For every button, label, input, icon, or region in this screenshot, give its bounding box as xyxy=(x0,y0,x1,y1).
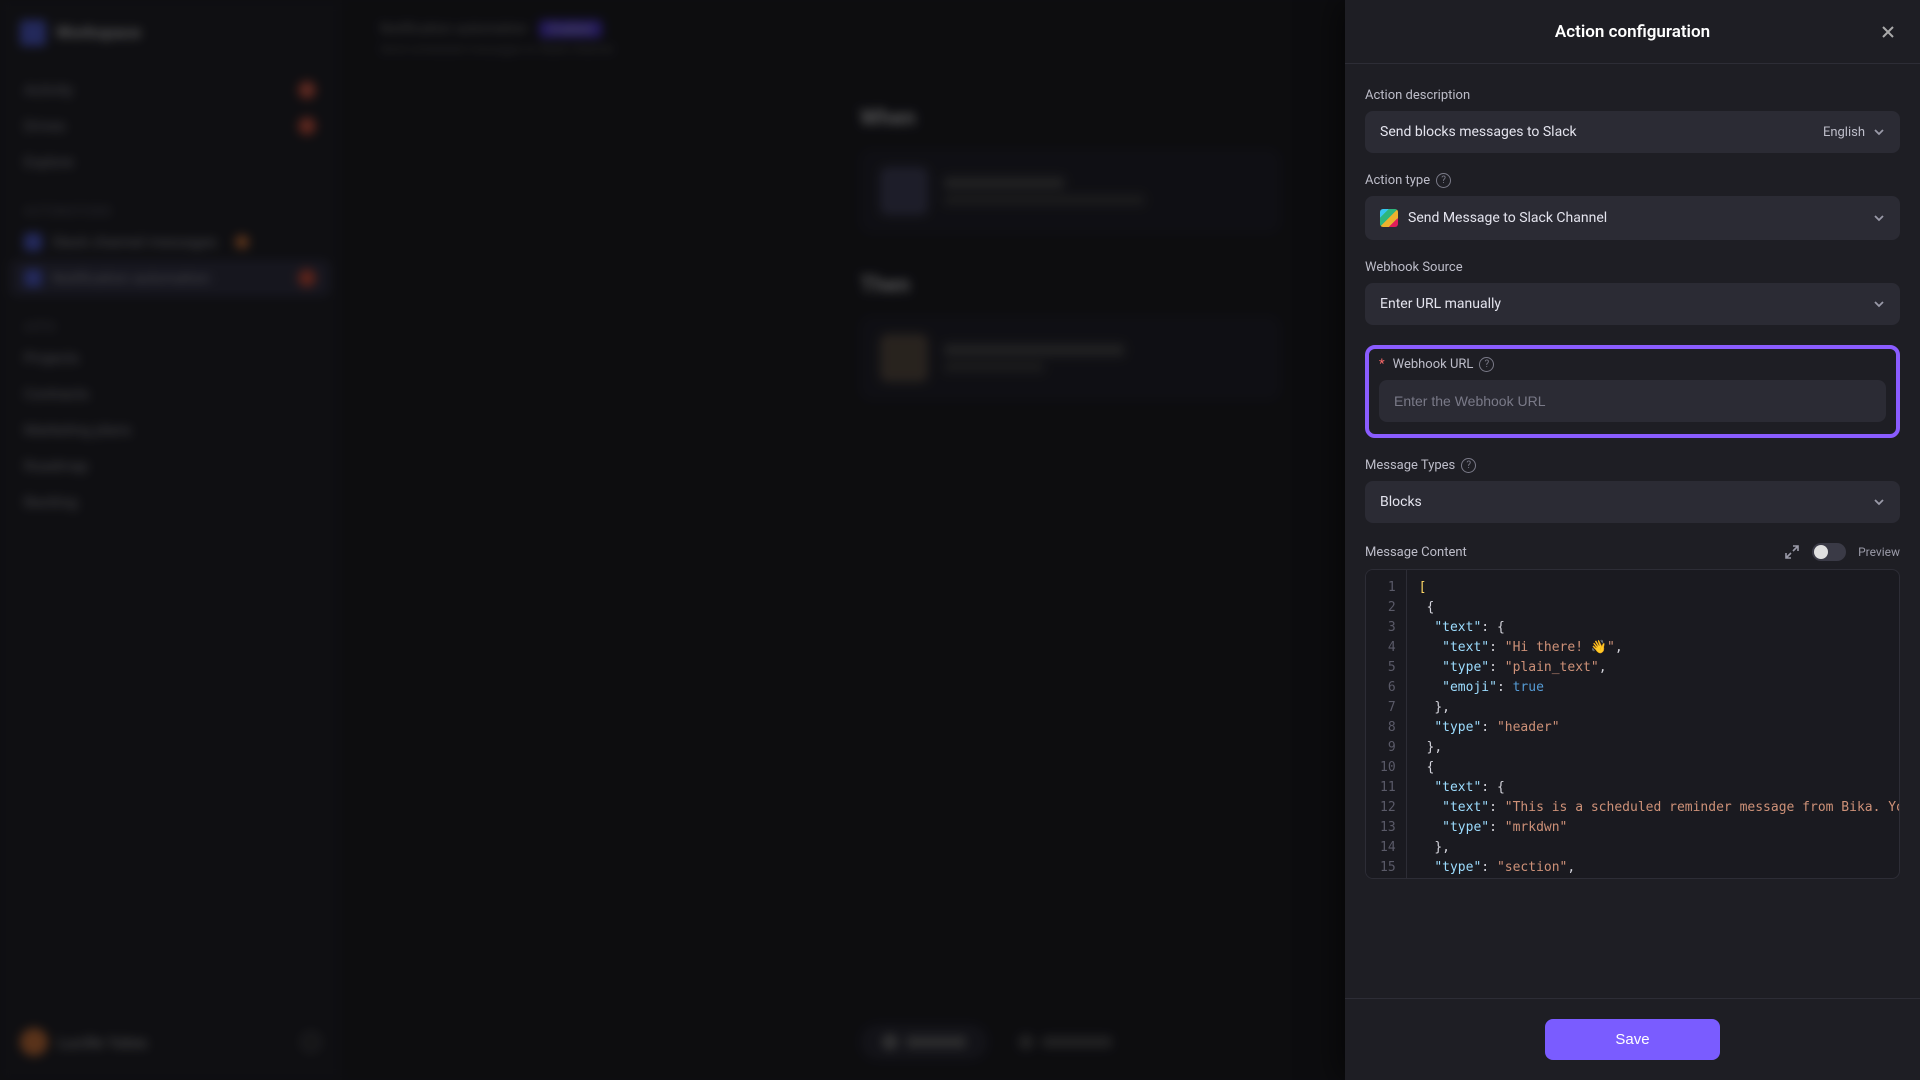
field-action-description: Action description Send blocks messages … xyxy=(1365,88,1900,153)
help-icon[interactable]: ? xyxy=(1461,458,1476,473)
label-action-description: Action description xyxy=(1365,88,1470,103)
field-message-types: Message Types ? Blocks xyxy=(1365,458,1900,523)
action-type-select[interactable]: Send Message to Slack Channel xyxy=(1365,196,1900,240)
expand-icon[interactable] xyxy=(1784,544,1800,560)
close-button[interactable] xyxy=(1876,20,1900,44)
required-indicator: * xyxy=(1379,357,1385,372)
message-types-select[interactable]: Blocks xyxy=(1365,481,1900,523)
code-editor[interactable]: 123456789101112131415 [ { "text": { "tex… xyxy=(1365,569,1900,879)
panel-title: Action configuration xyxy=(1555,22,1710,42)
help-icon[interactable]: ? xyxy=(1436,173,1451,188)
webhook-url-input[interactable] xyxy=(1379,380,1886,422)
field-action-type: Action type ? Send Message to Slack Chan… xyxy=(1365,173,1900,240)
save-button[interactable]: Save xyxy=(1545,1019,1719,1060)
field-webhook-source: Webhook Source Enter URL manually xyxy=(1365,260,1900,325)
panel-header: Action configuration xyxy=(1345,0,1920,64)
action-type-value: Send Message to Slack Channel xyxy=(1408,210,1607,226)
label-webhook-url: Webhook URL xyxy=(1393,357,1474,372)
preview-label: Preview xyxy=(1858,545,1900,559)
webhook-source-value: Enter URL manually xyxy=(1380,296,1501,312)
field-message-content: Message Content Preview 1234567891011121… xyxy=(1365,543,1900,879)
panel-footer: Save xyxy=(1345,998,1920,1080)
chevron-down-icon xyxy=(1873,212,1885,224)
action-description-select[interactable]: Send blocks messages to Slack English xyxy=(1365,111,1900,153)
label-action-type: Action type xyxy=(1365,173,1430,188)
language-value: English xyxy=(1823,125,1865,140)
field-webhook-url-highlight: * Webhook URL ? xyxy=(1365,345,1900,438)
action-config-panel: Action configuration Action description … xyxy=(1345,0,1920,1080)
label-webhook-source: Webhook Source xyxy=(1365,260,1463,275)
message-types-value: Blocks xyxy=(1380,494,1422,510)
chevron-down-icon xyxy=(1873,298,1885,310)
chevron-down-icon xyxy=(1873,126,1885,138)
help-icon[interactable]: ? xyxy=(1479,357,1494,372)
preview-toggle[interactable] xyxy=(1812,543,1846,561)
webhook-source-select[interactable]: Enter URL manually xyxy=(1365,283,1900,325)
chevron-down-icon xyxy=(1873,496,1885,508)
code-content[interactable]: [ { "text": { "text": "Hi there! 👋", "ty… xyxy=(1407,570,1899,878)
close-icon xyxy=(1880,24,1896,40)
line-gutter: 123456789101112131415 xyxy=(1366,570,1407,878)
label-message-types: Message Types xyxy=(1365,458,1455,473)
slack-icon xyxy=(1380,209,1398,227)
action-description-value: Send blocks messages to Slack xyxy=(1380,124,1577,140)
label-message-content: Message Content xyxy=(1365,545,1467,560)
